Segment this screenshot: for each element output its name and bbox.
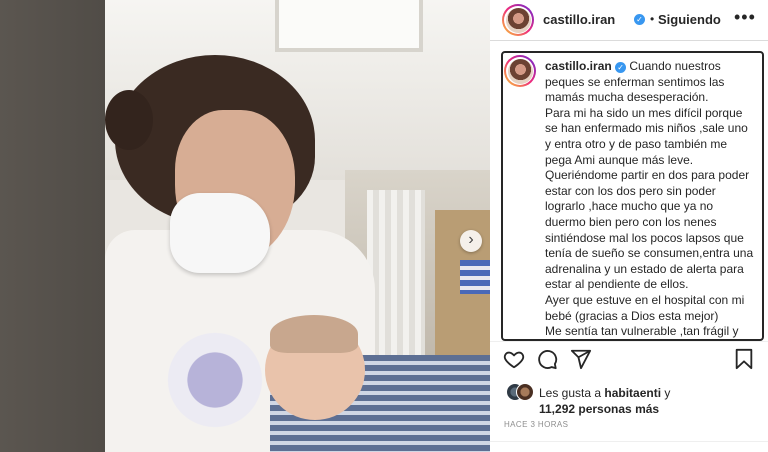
next-image-button[interactable]: › <box>460 230 482 252</box>
ceiling-lamp <box>275 0 423 52</box>
bookmark-icon[interactable] <box>733 348 755 370</box>
separator-dot: • <box>650 12 655 26</box>
likes-summary[interactable]: Les gusta a habitaenti y 11,292 personas… <box>539 385 670 417</box>
post-header: castillo.iran ✓ • Siguiendo ••• <box>490 0 768 41</box>
post-side-panel: castillo.iran ✓ • Siguiendo ••• castillo… <box>490 0 768 452</box>
caption-avatar[interactable] <box>504 55 536 87</box>
caption-verified-icon: ✓ <box>615 62 627 73</box>
liker-username[interactable]: habitaenti <box>604 386 661 400</box>
curtain <box>367 190 425 360</box>
heart-icon[interactable] <box>503 348 525 370</box>
likers-avatars[interactable] <box>506 383 542 401</box>
caption-area: castillo.iran ✓ Cuando nuestros peques s… <box>501 51 764 341</box>
following-button[interactable]: Siguiendo <box>658 12 721 27</box>
share-icon[interactable] <box>570 348 592 370</box>
caption-username[interactable]: castillo.iran <box>545 59 612 73</box>
caption-body: Cuando nuestros peques se enferman senti… <box>545 59 754 339</box>
post-timestamp[interactable]: HACE 3 HORAS <box>504 420 568 429</box>
more-options-icon[interactable]: ••• <box>734 7 756 28</box>
verified-badge-icon: ✓ <box>634 14 645 25</box>
divider <box>490 341 768 342</box>
face-mask <box>170 193 270 273</box>
likes-count[interactable]: 11,292 personas más <box>539 402 659 416</box>
author-avatar[interactable] <box>502 4 534 36</box>
post-image[interactable] <box>105 0 490 452</box>
comment-icon[interactable] <box>536 348 558 370</box>
author-username[interactable]: castillo.iran <box>543 12 615 27</box>
caption-text: castillo.iran ✓ Cuando nuestros peques s… <box>545 59 755 339</box>
